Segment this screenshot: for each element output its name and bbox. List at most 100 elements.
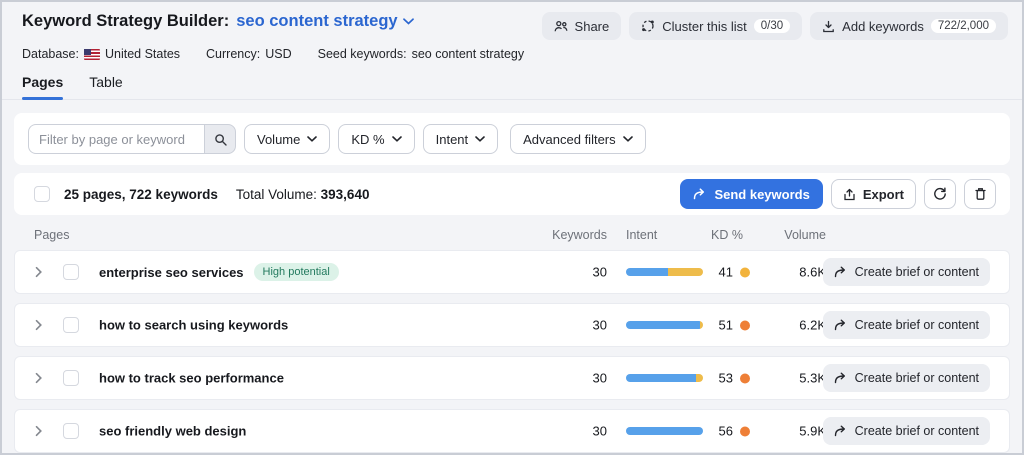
create-brief-button[interactable]: Create brief or content	[822, 417, 990, 445]
seed-keywords-label: Seed keywords:	[317, 47, 407, 61]
row-checkbox[interactable]	[63, 317, 79, 333]
volume-value: 5.9K	[799, 423, 826, 439]
kd-value: 41	[718, 264, 733, 280]
search-icon	[214, 133, 227, 146]
refresh-icon	[933, 187, 947, 201]
delete-button[interactable]	[964, 179, 996, 209]
keywords-count: 30	[592, 264, 607, 280]
table-row: how to search using keywords 30 51 6.2K …	[14, 303, 1010, 347]
create-brief-label: Create brief or content	[854, 424, 979, 438]
tab-table[interactable]: Table	[89, 74, 122, 99]
column-keywords: Keywords	[552, 228, 607, 242]
export-icon	[843, 188, 856, 201]
list-name-dropdown[interactable]: seo content strategy	[236, 12, 414, 31]
cluster-icon	[641, 19, 655, 33]
search-input[interactable]	[28, 124, 204, 154]
keyword-count-badge: 722/2,000	[930, 19, 996, 33]
list-name: seo content strategy	[236, 12, 398, 30]
send-arrow-icon	[834, 319, 847, 331]
send-arrow-icon	[834, 425, 847, 437]
kd-filter-label: KD %	[351, 131, 385, 147]
kd-value: 56	[718, 423, 733, 439]
seed-keywords-info: Seed keywords: seo content strategy	[318, 47, 525, 61]
header-bar: Keyword Strategy Builder: seo content st…	[2, 2, 1022, 40]
refresh-button[interactable]	[924, 179, 956, 209]
kd-value: 51	[718, 317, 733, 333]
currency-info: Currency: USD	[206, 47, 292, 61]
create-brief-button[interactable]: Create brief or content	[822, 311, 990, 339]
table-row: enterprise seo services High potential 3…	[14, 250, 1010, 294]
page-name[interactable]: how to track seo performance	[99, 371, 284, 386]
send-keywords-button[interactable]: Send keywords	[680, 179, 823, 209]
page-name[interactable]: enterprise seo services	[99, 265, 244, 280]
table-header: Pages Keywords Intent KD % Volume	[14, 220, 1010, 250]
database-value: United States	[104, 47, 181, 61]
volume-value: 8.6K	[799, 264, 826, 280]
currency-label: Currency:	[206, 47, 261, 61]
intent-filter-dropdown[interactable]: Intent	[422, 124, 499, 154]
table-row: seo friendly web design 30 56 5.9K Creat…	[14, 409, 1010, 453]
expand-row-icon[interactable]	[35, 372, 43, 384]
search-button[interactable]	[204, 124, 236, 154]
kd-cell: 56	[662, 424, 750, 439]
create-brief-button[interactable]: Create brief or content	[822, 258, 990, 286]
keywords-count: 30	[592, 317, 607, 333]
add-keywords-button[interactable]: Add keywords 722/2,000	[810, 12, 1008, 40]
total-volume: Total Volume: 393,640	[236, 187, 370, 202]
view-tabs: Pages Table	[2, 74, 1022, 100]
cluster-list-button[interactable]: Cluster this list 0/30	[629, 12, 803, 40]
kd-cell: 51	[662, 318, 750, 333]
kd-cell: 41	[662, 265, 750, 280]
expand-row-icon[interactable]	[35, 319, 43, 331]
high-potential-badge: High potential	[253, 263, 339, 281]
total-volume-label: Total Volume:	[235, 186, 317, 202]
kd-filter-dropdown[interactable]: KD %	[338, 124, 415, 154]
selection-summary: 25 pages, 722 keywords	[64, 186, 218, 202]
expand-row-icon[interactable]	[35, 425, 43, 437]
export-button[interactable]: Export	[830, 179, 916, 209]
search-group	[28, 124, 236, 154]
chevron-down-icon	[402, 18, 414, 25]
create-brief-button[interactable]: Create brief or content	[822, 364, 990, 392]
chevron-down-icon	[622, 136, 633, 142]
download-icon	[822, 20, 835, 33]
table-row: how to track seo performance 30 53 5.3K …	[14, 356, 1010, 400]
currency-value: USD	[265, 47, 292, 61]
export-label: Export	[862, 186, 904, 202]
share-button[interactable]: Share	[541, 12, 622, 40]
volume-filter-dropdown[interactable]: Volume	[244, 124, 331, 154]
chevron-down-icon	[475, 136, 485, 142]
pages-list: enterprise seo services High potential 3…	[14, 250, 1010, 453]
advanced-filters-label: Advanced filters	[523, 131, 616, 147]
meta-row: Database: United States Currency: USD Se…	[2, 40, 1022, 61]
page-name[interactable]: seo friendly web design	[99, 424, 246, 439]
column-pages: Pages	[34, 228, 70, 242]
page-name[interactable]: how to search using keywords	[99, 318, 288, 333]
cluster-label: Cluster this list	[662, 18, 747, 34]
add-keywords-label: Add keywords	[842, 18, 924, 34]
volume-value: 6.2K	[799, 317, 826, 333]
send-keywords-label: Send keywords	[714, 186, 810, 202]
volume-filter-label: Volume	[257, 131, 301, 147]
select-all-checkbox[interactable]	[34, 186, 50, 202]
share-icon	[554, 20, 568, 33]
column-kd: KD %	[711, 228, 743, 242]
kd-dot	[740, 373, 750, 383]
create-brief-label: Create brief or content	[854, 265, 979, 279]
kd-dot	[740, 426, 750, 436]
row-checkbox[interactable]	[63, 423, 79, 439]
summary-bar: 25 pages, 722 keywords Total Volume: 393…	[14, 173, 1010, 215]
expand-row-icon[interactable]	[35, 266, 43, 278]
database-info: Database: United States	[22, 47, 180, 61]
send-arrow-icon	[834, 372, 847, 384]
row-checkbox[interactable]	[63, 370, 79, 386]
trash-icon	[974, 187, 987, 201]
database-label: Database:	[22, 47, 79, 61]
kd-dot	[740, 267, 750, 277]
filter-bar: Volume KD % Intent Advanced filters	[14, 113, 1010, 165]
row-checkbox[interactable]	[63, 264, 79, 280]
advanced-filters-dropdown[interactable]: Advanced filters	[510, 124, 646, 154]
total-volume-value: 393,640	[320, 186, 370, 202]
tab-pages[interactable]: Pages	[22, 74, 64, 100]
cluster-count-badge: 0/30	[753, 19, 791, 33]
